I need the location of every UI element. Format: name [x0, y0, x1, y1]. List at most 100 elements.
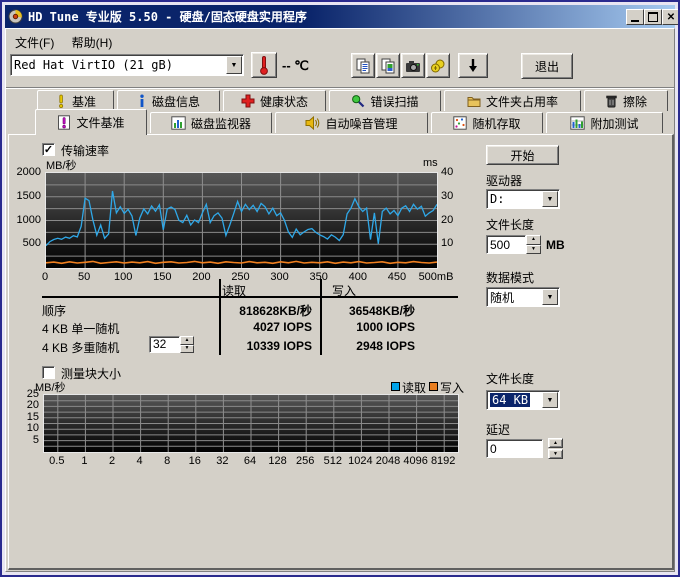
write-legend-swatch	[429, 382, 438, 391]
table-divider	[219, 279, 221, 355]
tab-label: 基准	[72, 93, 96, 110]
axis-tick-label: 500mB	[416, 271, 456, 283]
single-random-read-value: 4027 IOPS	[222, 320, 312, 334]
file-length-value: 500	[490, 238, 510, 252]
tab-folder-usage[interactable]: 文件夹占用率	[444, 90, 581, 111]
tab-disk-info[interactable]: 磁盘信息	[117, 90, 220, 111]
chevron-down-icon[interactable]: ▼	[542, 191, 558, 207]
copy-text-icon	[355, 58, 371, 74]
delay-value: 0	[490, 442, 497, 456]
temperature-button[interactable]	[251, 52, 277, 78]
chart1-y-left-title: MB/秒	[46, 157, 77, 173]
axis-tick-label: 450	[377, 271, 417, 283]
chevron-down-icon[interactable]: ▼	[542, 392, 558, 408]
axis-tick-label: 25	[5, 388, 39, 400]
minimize-button[interactable]	[626, 9, 644, 25]
file-length-spin-buttons[interactable]: ▲ ▼	[526, 235, 541, 254]
trash-icon	[605, 94, 618, 108]
drive-select[interactable]: Red Hat VirtIO (21 gB) ▼	[10, 54, 244, 76]
app-icon	[8, 9, 23, 24]
close-icon: ✕	[667, 12, 675, 23]
maximize-button[interactable]	[644, 9, 662, 25]
menu-file[interactable]: 文件(F)	[8, 31, 61, 54]
spin-up-icon[interactable]: ▲	[526, 235, 541, 245]
tab-benchmark[interactable]: 基准	[37, 90, 114, 111]
delay-down-button[interactable]: ▼	[548, 449, 563, 459]
selected-text-highlight: 64 KB	[490, 393, 530, 407]
tab-disk-monitor[interactable]: 磁盘监视器	[150, 112, 272, 133]
exit-button-label: 退出	[535, 58, 559, 75]
screenshot-button[interactable]	[401, 53, 425, 78]
file-length-unit: MB	[546, 238, 565, 252]
block-size-label: 测量块大小	[61, 365, 121, 382]
delay-label: 延迟	[486, 421, 510, 438]
row-sequential-label: 顺序	[42, 302, 66, 319]
tab-label: 自动噪音管理	[325, 115, 397, 132]
queue-depth-stepper[interactable]: 32	[149, 336, 180, 353]
extra-tests-icon	[570, 116, 585, 130]
exit-button[interactable]: 退出	[521, 53, 573, 79]
queue-depth-spin-buttons[interactable]: ▲ ▼	[180, 336, 194, 353]
row-4k-multi-label: 4 KB 多重随机	[42, 339, 119, 356]
block-file-length-dropdown[interactable]: 64 KB ▼	[486, 390, 560, 410]
transfer-rate-checkbox[interactable]: ✓	[42, 143, 55, 156]
tab-error-scan[interactable]: 错误扫描	[329, 90, 441, 111]
axis-tick-label: 20	[441, 214, 453, 226]
axis-tick-label: 1500	[5, 190, 41, 202]
axis-tick-label: 2000	[5, 166, 41, 178]
axis-tick-label: 50	[64, 271, 104, 283]
axis-tick-label: 300	[260, 271, 300, 283]
coins-icon	[430, 58, 446, 74]
delay-up-button[interactable]: ▲	[548, 438, 563, 448]
start-button[interactable]: 开始	[486, 145, 559, 165]
tab-extra-tests[interactable]: 附加测试	[546, 112, 663, 133]
delay-field[interactable]: 0	[486, 439, 543, 458]
tab-aam[interactable]: 自动噪音管理	[275, 112, 428, 133]
axis-tick-label: 15	[5, 411, 39, 423]
tab-label: 随机存取	[472, 115, 520, 132]
title-bar[interactable]: HD Tune 专业版 5.50 - 硬盘/固态硬盘实用程序 ✕	[5, 5, 675, 28]
info-icon	[137, 94, 147, 108]
checkmark-icon: ✓	[44, 143, 53, 156]
drive-dropdown[interactable]: D: ▼	[486, 189, 560, 209]
copy-text-button[interactable]	[351, 53, 375, 78]
spin-down-icon[interactable]: ▼	[526, 245, 541, 255]
chevron-down-icon[interactable]: ▼	[226, 56, 242, 74]
data-mode-dropdown[interactable]: 随机 ▼	[486, 287, 560, 307]
magnifier-icon	[351, 94, 365, 108]
copy-image-icon	[380, 58, 396, 74]
speaker-icon	[305, 116, 320, 130]
tab-file-benchmark[interactable]: 文件基准	[35, 109, 147, 135]
multi-random-write-value: 2948 IOPS	[327, 339, 415, 353]
window-title: HD Tune 专业版 5.50 - 硬盘/固态硬盘实用程序	[28, 8, 307, 25]
block-size-checkbox[interactable]	[42, 366, 55, 379]
save-results-button[interactable]	[458, 53, 488, 78]
bar-chart-icon	[171, 116, 186, 130]
toolbar-separator-highlight	[6, 88, 674, 89]
tab-random-access[interactable]: 随机存取	[431, 112, 543, 133]
purchase-button[interactable]	[426, 53, 450, 78]
tab-health[interactable]: 健康状态	[223, 90, 326, 111]
minimize-icon	[631, 20, 639, 22]
spin-down-icon[interactable]: ▼	[180, 345, 194, 354]
spin-up-icon[interactable]: ▲	[180, 336, 194, 345]
down-arrow-icon	[465, 57, 481, 75]
axis-tick-label: 10	[5, 422, 39, 434]
menu-help[interactable]: 帮助(H)	[65, 31, 120, 54]
data-mode-label: 数据模式	[486, 269, 534, 286]
folder-icon	[467, 94, 481, 108]
maximize-icon	[648, 12, 658, 22]
multi-random-read-value: 10339 IOPS	[222, 339, 312, 353]
close-button[interactable]: ✕	[662, 9, 680, 25]
tab-erase[interactable]: 擦除	[584, 90, 668, 111]
file-length-field[interactable]: 500	[486, 235, 526, 254]
tab-label: 磁盘信息	[152, 93, 200, 110]
file-length2-label: 文件长度	[486, 370, 534, 387]
axis-tick-label: 40	[441, 166, 453, 178]
chart2-y-title: MB/秒	[35, 379, 66, 395]
read-legend-swatch	[391, 382, 400, 391]
sequential-read-value: 818628KB/秒	[222, 302, 312, 319]
chevron-down-icon[interactable]: ▼	[542, 289, 558, 305]
tab-label: 错误扫描	[370, 93, 418, 110]
copy-image-button[interactable]	[376, 53, 400, 78]
